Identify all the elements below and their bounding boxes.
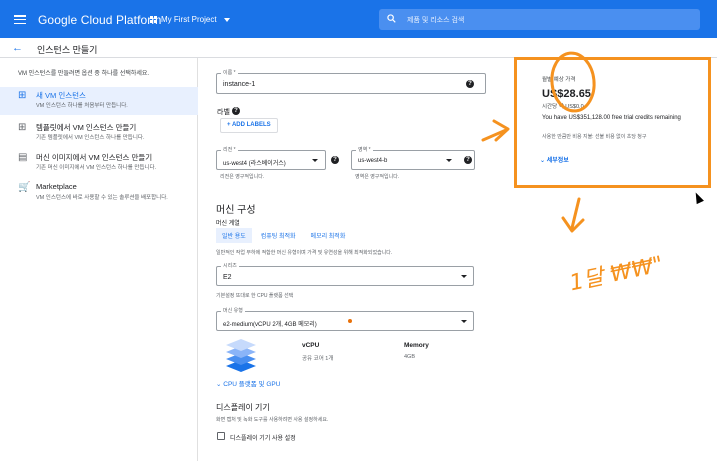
region-hint: 리전은 영구적입니다. [220, 174, 265, 180]
add-labels-button[interactable]: + ADD LABELS [220, 118, 278, 133]
search-icon [387, 14, 396, 23]
chevron-down-icon [446, 159, 452, 162]
tab-general-purpose[interactable]: 일반 용도 [216, 228, 252, 243]
tab-compute-optimized[interactable]: 컴퓨팅 최적화 [255, 228, 302, 243]
option-from-template[interactable]: ⊞ 템플릿에서 VM 인스턴스 만들기 기존 템플릿에서 VM 인스턴스 하나를… [0, 119, 198, 147]
option-title: 머신 이미지에서 VM 인스턴스 만들기 [36, 153, 153, 162]
status-dot [348, 319, 352, 323]
machine-config-title: 머신 구성 [216, 205, 256, 216]
machine-family-label: 머신 계열 [216, 221, 240, 227]
plus-box-icon: ⊞ [18, 90, 27, 101]
arrow-annotation-down [570, 197, 581, 230]
display-device-title: 디스플레이 기기 [216, 403, 270, 412]
option-marketplace[interactable]: 🛒 Marketplace VM 인스턴스에 바로 사용할 수 있는 솔루션을 … [0, 179, 198, 207]
option-new-vm[interactable]: ⊞ 새 VM 인스턴스 VM 인스턴스 하나를 처음부터 만듭니다. [0, 87, 198, 115]
search-input[interactable]: 제품 및 리소스 검색 [407, 15, 464, 25]
name-input[interactable]: instance-1 [223, 81, 255, 88]
search-box[interactable]: 제품 및 리소스 검색 [379, 9, 700, 30]
memory-value: 4GB [404, 354, 416, 360]
option-subtitle: VM 인스턴스에 바로 사용할 수 있는 솔루션을 배포합니다. [36, 195, 168, 201]
options-description: VM 인스턴스를 만들려면 옵션 중 하나를 선택하세요. [18, 71, 150, 77]
monthly-estimate-label: 월별 예상 가격 [542, 77, 576, 83]
creation-options-panel: VM 인스턴스를 만들려면 옵션 중 하나를 선택하세요. ⊞ 새 VM 인스턴… [0, 58, 198, 461]
mouse-cursor-icon [692, 190, 704, 205]
project-icon [150, 16, 157, 23]
page-header: ← 인스턴스 만들기 [0, 38, 717, 58]
help-icon[interactable]: ? [232, 107, 240, 115]
zone-hint: 영역은 영구적입니다. [355, 174, 400, 180]
machine-type-value: e2-medium(vCPU 2개, 4GB 메모리) [223, 322, 317, 328]
back-arrow-icon[interactable]: ← [12, 42, 23, 54]
option-subtitle: 기존 템플릿에서 VM 인스턴스 하나를 만듭니다. [36, 135, 145, 141]
chevron-down-icon [223, 17, 230, 22]
option-title: Marketplace [36, 182, 77, 191]
region-label: 리전 * [221, 146, 238, 153]
series-value: E2 [223, 274, 232, 281]
chevron-down-icon [312, 159, 318, 162]
option-title: 새 VM 인스턴스 [36, 91, 86, 100]
tab-memory-optimized[interactable]: 메모리 최적화 [305, 228, 352, 243]
labels-title: 라벨 [217, 109, 230, 116]
gpu-link-label: CPU 플랫폼 및 GPU [223, 381, 281, 388]
memory-header: Memory [404, 342, 429, 349]
project-selector[interactable]: My First Project [150, 15, 230, 24]
display-device-checkbox-label: 디스플레이 기기 사용 설정 [230, 436, 296, 442]
template-icon: ⊞ [18, 122, 27, 133]
monthly-price: US$28.65 [542, 88, 591, 100]
instance-form: 이름 * instance-1 ? 라벨 ? + ADD LABELS 리전 *… [198, 58, 513, 461]
top-app-bar: Google Cloud Platform My First Project 제… [0, 0, 717, 38]
help-icon[interactable]: ? [331, 156, 339, 164]
region-select[interactable]: 리전 * us-west4 (라스베이거스) [216, 146, 326, 170]
machine-stack-icon [226, 339, 256, 372]
machine-type-label: 머신 유형 [221, 307, 245, 314]
zone-select[interactable]: 영역 * us-west4-b [351, 146, 475, 170]
free-trial-credits: You have US$351,128.00 free trial credit… [542, 115, 681, 121]
price-estimate-panel: 월별 예상 가격 US$28.65 시간당 약 US$0.0 You have … [514, 57, 711, 188]
option-subtitle: VM 인스턴스 하나를 처음부터 만듭니다. [36, 103, 128, 109]
region-value: us-west4 (라스베이거스) [223, 161, 286, 167]
machine-image-icon: ▤ [18, 152, 28, 163]
name-field[interactable]: 이름 * instance-1 ? [216, 69, 486, 94]
chevron-down-icon [461, 275, 467, 278]
zone-label: 영역 * [356, 146, 373, 153]
series-select[interactable]: 시리즈 E2 [216, 262, 474, 286]
details-expander[interactable]: ⌄ 세부정보 [540, 155, 569, 164]
series-hint: 기본설정 또대로 한 CPU 플랫폼 선택 [216, 293, 294, 299]
cart-icon: 🛒 [18, 182, 31, 193]
hourly-price: 시간당 약 US$0.0 [542, 104, 584, 110]
name-label: 이름 * [221, 69, 238, 76]
zone-value: us-west4-b [358, 158, 388, 164]
vcpu-header: vCPU [302, 342, 320, 349]
menu-icon[interactable] [14, 15, 26, 25]
help-icon[interactable]: ? [466, 80, 474, 88]
arrow-head-down [561, 216, 585, 233]
option-from-machine-image[interactable]: ▤ 머신 이미지에서 VM 인스턴스 만들기 기존 머신 이미지에서 VM 인스… [0, 149, 198, 177]
handwritten-note: 1달 ₩₩" [567, 252, 665, 296]
project-name: My First Project [161, 15, 217, 24]
details-label: 세부정보 [546, 158, 569, 164]
machine-type-select[interactable]: 머신 유형 e2-medium(vCPU 2개, 4GB 메모리) [216, 307, 474, 331]
display-device-checkbox[interactable] [217, 432, 225, 440]
machine-family-tabs: 일반 용도 컴퓨팅 최적화 메모리 최적화 [216, 228, 351, 243]
display-device-description: 화면 캡처 및 녹화 도구를 사용하려면 사용 설정하세요. [216, 417, 329, 423]
cpu-platform-gpu-expander[interactable]: ⌄ CPU 플랫폼 및 GPU [216, 378, 280, 388]
option-subtitle: 기존 머신 이미지에서 VM 인스턴스 하나를 만듭니다. [36, 165, 157, 171]
option-title: 템플릿에서 VM 인스턴스 만들기 [36, 123, 137, 132]
chevron-down-icon [461, 320, 467, 323]
help-icon[interactable]: ? [464, 156, 472, 164]
product-name[interactable]: Google Cloud Platform [38, 13, 162, 27]
series-label: 시리즈 [221, 262, 239, 269]
page-title: 인스턴스 만들기 [37, 45, 98, 55]
vcpu-value: 공유 코어 1개 [302, 356, 334, 362]
machine-family-description: 일반적인 작업 부하에 적합한 머신 유형이며 가격 및 유연성을 위해 최적화… [216, 250, 393, 256]
billing-note: 사용한 만큼만 비용 지불: 선불 비용 없이 초당 청구 [542, 134, 647, 140]
